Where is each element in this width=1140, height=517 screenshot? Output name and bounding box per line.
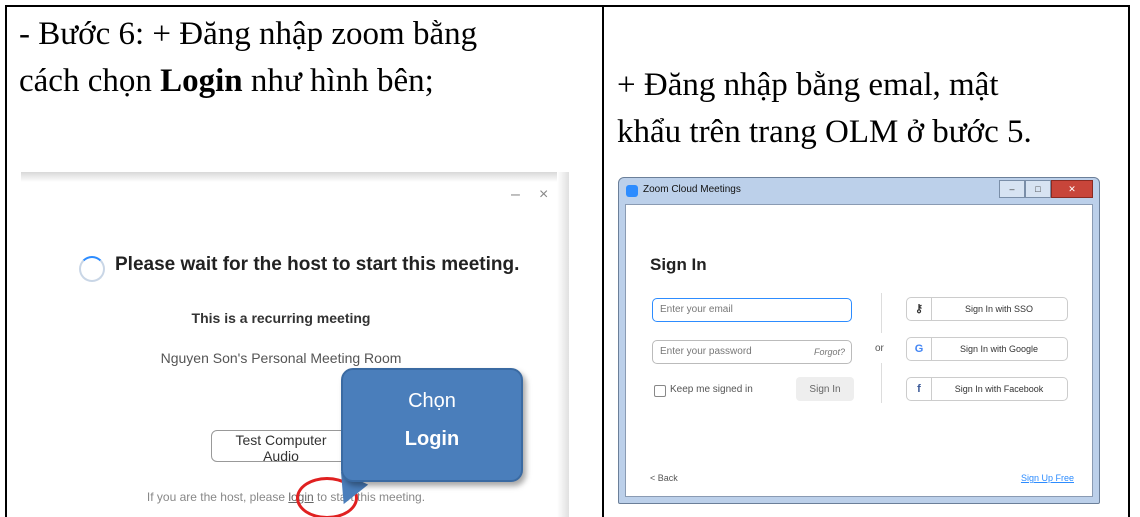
footer-prefix: If you are the host, please [146,490,289,504]
wait-for-host-dialog: – × Please wait for the host to start th… [21,172,569,517]
recurring-meeting-label: This is a recurring meeting [191,310,371,326]
dialog-right-edge [557,172,569,517]
separator-top [881,293,882,333]
facebook-label: Sign In with Facebook [954,384,1044,394]
left-line-2-prefix: cách chọn [19,63,161,99]
instruction-table: - Bước 6: + Đăng nhập zoom bằng cách chọ… [5,5,1130,517]
window-controls: – □ ✕ [999,180,1093,198]
right-cell-instructions: + Đăng nhập bằng emal, mật khẩu trên tra… [617,62,1127,156]
password-placeholder: Enter your password [660,346,752,357]
login-keyword: Login [160,63,243,99]
window-titlebar: Zoom Cloud Meetings – □ ✕ [619,178,1099,204]
left-line-1: - Bước 6: + Đăng nhập zoom bằng [19,16,478,52]
right-line-1: + Đăng nhập bằng emal, mật [617,67,999,103]
signin-sso-button[interactable]: ⚷ Sign In with SSO [906,297,1068,321]
zoom-app-icon [626,185,638,197]
left-line-2: cách chọn Login như hình bên; [19,58,589,105]
google-g-icon: G [907,338,932,360]
zoom-signin-window: Zoom Cloud Meetings – □ ✕ Sign In Enter … [618,177,1100,504]
left-line-2-suffix: như hình bên; [242,63,434,99]
sso-label: Sign In with SSO [964,304,1034,314]
wait-title: Please wait for the host to start this m… [115,254,520,275]
window-title: Zoom Cloud Meetings [643,184,741,195]
keep-signed-in-checkbox[interactable] [654,385,666,397]
callout-line-1: Chọn [408,390,456,412]
signin-facebook-button[interactable]: f Sign In with Facebook [906,377,1068,401]
signin-button[interactable]: Sign In [796,377,854,401]
key-icon: ⚷ [907,298,932,320]
callout-line-2: Login [404,428,460,450]
choose-login-callout: Chọn Login [341,368,523,482]
window-close-icon[interactable]: ✕ [1051,180,1093,198]
column-divider [602,7,604,517]
facebook-f-icon: f [907,378,932,400]
signin-heading: Sign In [650,255,707,274]
keep-signed-in-label: Keep me signed in [670,384,753,395]
signin-panel: Sign In Enter your email Enter your pass… [625,204,1093,497]
forgot-password-link[interactable]: Forgot? [814,341,845,363]
back-link[interactable]: < Back [650,473,678,483]
left-cell-instructions: - Bước 6: + Đăng nhập zoom bằng cách chọ… [19,11,589,105]
google-label: Sign In with Google [959,344,1039,354]
test-audio-button[interactable]: Test Computer Audio [211,430,351,464]
window-maximize-icon[interactable]: □ [1025,180,1051,198]
separator-bottom [881,363,882,403]
meeting-room-name: Nguyen Son's Personal Meeting Room [160,350,402,366]
signin-google-button[interactable]: G Sign In with Google [906,337,1068,361]
loading-spinner-icon [79,256,105,282]
signup-link[interactable]: Sign Up Free [1021,473,1074,483]
dialog-top-edge [21,172,569,182]
close-icon[interactable]: × [539,186,548,204]
email-field[interactable]: Enter your email [652,298,852,322]
password-field[interactable]: Enter your password Forgot? [652,340,852,364]
right-line-2: khẩu trên trang OLM ở bước 5. [617,114,1032,150]
window-minimize-icon[interactable]: – [999,180,1025,198]
minimize-icon[interactable]: – [511,186,520,204]
or-label: or [875,343,884,354]
host-login-footer: If you are the host, please login to sta… [21,490,551,504]
